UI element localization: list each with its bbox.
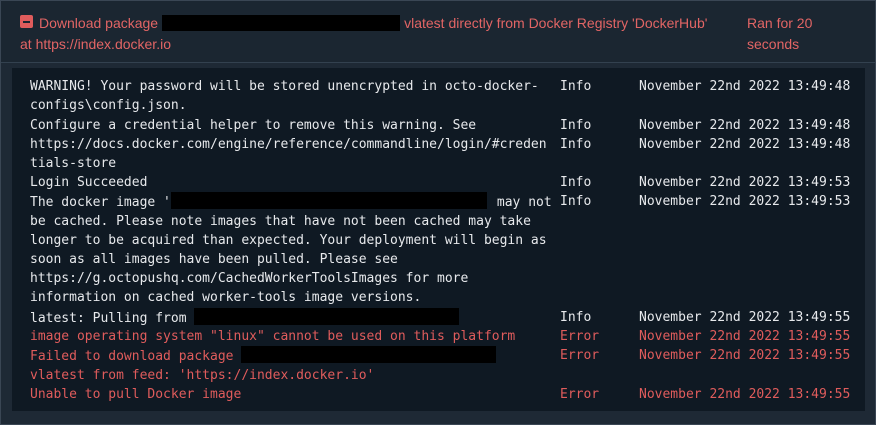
log-message: latest: Pulling from xyxy=(30,308,560,328)
log-level: Info xyxy=(560,194,592,209)
log-message: WARNING! Your password will be stored un… xyxy=(30,79,539,113)
log-timestamp: November 22nd 2022 13:49:48 xyxy=(639,79,851,94)
log-timestamp: November 22nd 2022 13:49:53 xyxy=(639,194,851,209)
step-title-line2: at https://index.docker.io xyxy=(20,36,171,52)
log-message: The docker image ' may not be cached. Plea… xyxy=(30,192,560,307)
step-title: Download package vlatest directly from Do… xyxy=(20,13,735,55)
redacted-repository xyxy=(194,308,460,325)
log-message: Unable to pull Docker image xyxy=(30,387,242,402)
log-level: Info xyxy=(560,175,592,190)
redacted-image-name xyxy=(170,192,487,209)
log-level: Error xyxy=(560,387,600,402)
log-level: Info xyxy=(560,137,592,152)
step-header[interactable]: Download package vlatest directly from Do… xyxy=(1,1,875,63)
log-timestamp: November 22nd 2022 13:49:48 xyxy=(639,137,851,152)
log-timestamp: November 22nd 2022 13:49:55 xyxy=(639,329,851,344)
step-title-prefix: Download package xyxy=(39,15,159,31)
redacted-package-name xyxy=(162,15,401,32)
log-level: Error xyxy=(560,348,600,363)
log-level: Error xyxy=(560,329,600,344)
log-timestamp: November 22nd 2022 13:49:55 xyxy=(639,348,851,363)
step-title-suffix: vlatest directly from Docker Registry 'D… xyxy=(404,15,708,31)
redacted-package-name xyxy=(241,346,497,363)
log-message: Login Succeeded xyxy=(30,175,148,190)
step-duration: Ran for 20 seconds xyxy=(747,15,813,52)
log-message: Configure a credential helper to remove … xyxy=(30,118,477,133)
log-level: Info xyxy=(560,118,592,133)
task-log-panel: Download package vlatest directly from Do… xyxy=(0,0,876,425)
log-timestamp: November 22nd 2022 13:49:48 xyxy=(639,118,851,133)
log-timestamp: November 22nd 2022 13:49:55 xyxy=(639,310,851,325)
log-message: Failed to download package vlatest from … xyxy=(30,346,560,385)
log-message: https://docs.docker.com/engine/reference… xyxy=(30,137,547,171)
log-timestamp: November 22nd 2022 13:49:53 xyxy=(639,175,851,190)
log-level: Info xyxy=(560,310,592,325)
log-output: WARNING! Your password will be stored un… xyxy=(12,68,865,411)
log-level: Info xyxy=(560,79,592,94)
log-message: image operating system "linux" cannot be… xyxy=(30,329,516,344)
log-timestamp: November 22nd 2022 13:49:55 xyxy=(639,387,851,402)
